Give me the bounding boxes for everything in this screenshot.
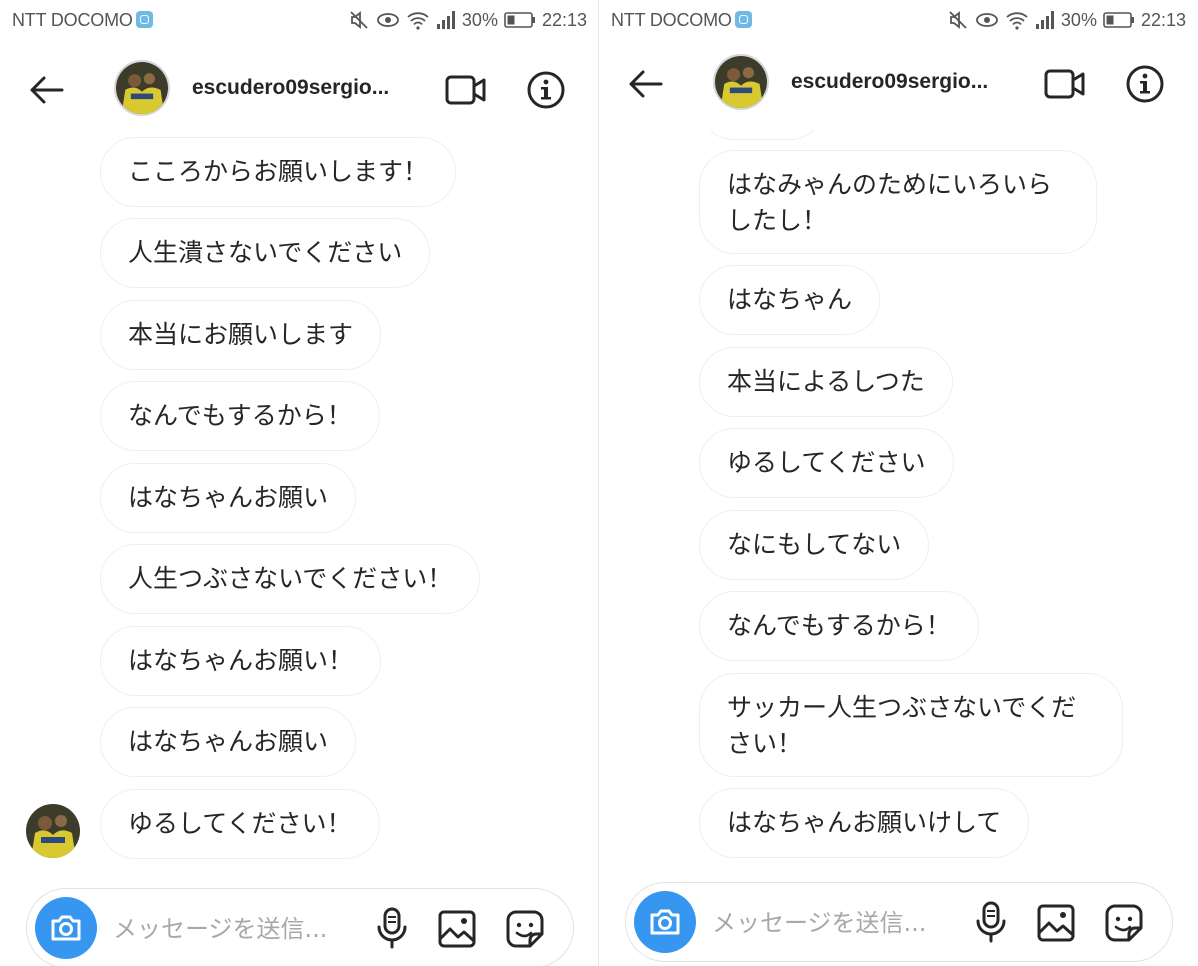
camera-icon: [51, 915, 81, 941]
message-bubble[interactable]: 本当にお願いします: [100, 300, 382, 370]
video-camera-icon[interactable]: [444, 72, 488, 108]
camera-button[interactable]: [634, 891, 696, 953]
carrier-badge-icon: [135, 11, 153, 28]
battery-percent: 30%: [461, 9, 498, 30]
chat-username[interactable]: escudero09sergio...: [791, 70, 988, 94]
message-bubble[interactable]: サッカー人生つぶさないでください！: [699, 673, 1123, 777]
chat-username[interactable]: escudero09sergio...: [192, 76, 389, 100]
camera-button[interactable]: [35, 897, 97, 959]
status-icons: 30% 22:13: [947, 8, 1186, 32]
message-bubble[interactable]: こころからお願いします！: [100, 137, 457, 207]
arrow-left-icon[interactable]: [26, 70, 66, 110]
mute-icon: [949, 11, 967, 29]
signal-icon: [436, 11, 455, 29]
sticker-icon[interactable]: [1104, 903, 1144, 943]
status-icons: 30% 22:13: [348, 8, 587, 32]
clock: 22:13: [1140, 9, 1186, 30]
info-icon[interactable]: [1125, 64, 1165, 104]
camera-icon: [650, 909, 680, 935]
info-icon[interactable]: [526, 70, 566, 110]
status-bar: NTT DOCOMO 30% 22:13: [0, 0, 599, 40]
message-bubble[interactable]: なんでもするから！: [100, 381, 380, 451]
message-bubble[interactable]: 本当によるしつた: [699, 347, 953, 417]
message-input[interactable]: [113, 909, 353, 949]
message-bubble[interactable]: はなちゃんお願いけして: [699, 788, 1030, 858]
message-bubble[interactable]: 人生つぶさないでください！: [100, 544, 481, 614]
eye-icon: [377, 13, 399, 27]
message-bubble[interactable]: ゆるしてください: [699, 428, 954, 498]
chat-header: escudero09sergio...: [599, 38, 1198, 128]
message-thread[interactable]: こころからお願いします！ 人生潰さないでください 本当にお願いします なんでもす…: [0, 130, 599, 868]
sender-avatar[interactable]: [26, 804, 80, 858]
message-composer: [26, 888, 574, 966]
battery-percent: 30%: [1060, 9, 1097, 30]
microphone-icon[interactable]: [375, 907, 409, 949]
message-bubble[interactable]: [699, 130, 825, 140]
status-bar: NTT DOCOMO 30% 22:13: [599, 0, 1198, 40]
avatar[interactable]: [114, 60, 170, 116]
wifi-icon: [407, 12, 429, 30]
message-bubble[interactable]: はなみゃんのためにいろいらしたし！: [699, 150, 1097, 254]
signal-icon: [1035, 11, 1054, 29]
carrier-badge-icon: [734, 11, 752, 28]
message-bubble[interactable]: はなちゃんお願い！: [100, 626, 382, 696]
message-bubble[interactable]: ゆるしてください！: [100, 789, 380, 859]
microphone-icon[interactable]: [974, 901, 1008, 943]
gallery-icon[interactable]: [437, 909, 477, 949]
message-bubble[interactable]: なにもしてない: [699, 510, 930, 580]
wifi-icon: [1006, 12, 1028, 30]
message-bubble[interactable]: なんでもするから！: [699, 591, 979, 661]
screenshot-left: NTT DOCOMO 30% 22:13 escudero09sergio...…: [0, 0, 599, 966]
message-bubble[interactable]: はなちゃんお願い: [100, 463, 357, 533]
chat-header: escudero09sergio...: [0, 44, 599, 134]
sticker-icon[interactable]: [505, 909, 545, 949]
message-bubble[interactable]: はなちゃんお願い: [100, 707, 357, 777]
message-bubble[interactable]: 人生潰さないでください: [100, 218, 431, 288]
carrier-label: NTT DOCOMO: [12, 10, 153, 31]
screenshot-right: NTT DOCOMO 30% 22:13 escudero09sergio...…: [599, 0, 1198, 966]
eye-icon: [976, 13, 998, 27]
battery-icon: [1103, 12, 1134, 28]
video-camera-icon[interactable]: [1043, 66, 1087, 102]
message-composer: [625, 882, 1173, 962]
message-bubble[interactable]: はなちゃん: [699, 265, 881, 335]
carrier-label: NTT DOCOMO: [611, 10, 752, 31]
message-thread[interactable]: はなみゃんのためにいろいらしたし！ はなちゃん 本当によるしつた ゆるしてくださ…: [599, 130, 1198, 868]
message-input[interactable]: [712, 903, 952, 943]
battery-icon: [504, 12, 535, 28]
clock: 22:13: [541, 9, 587, 30]
arrow-left-icon[interactable]: [625, 64, 665, 104]
gallery-icon[interactable]: [1036, 903, 1076, 943]
avatar[interactable]: [713, 54, 769, 110]
mute-icon: [350, 11, 368, 29]
